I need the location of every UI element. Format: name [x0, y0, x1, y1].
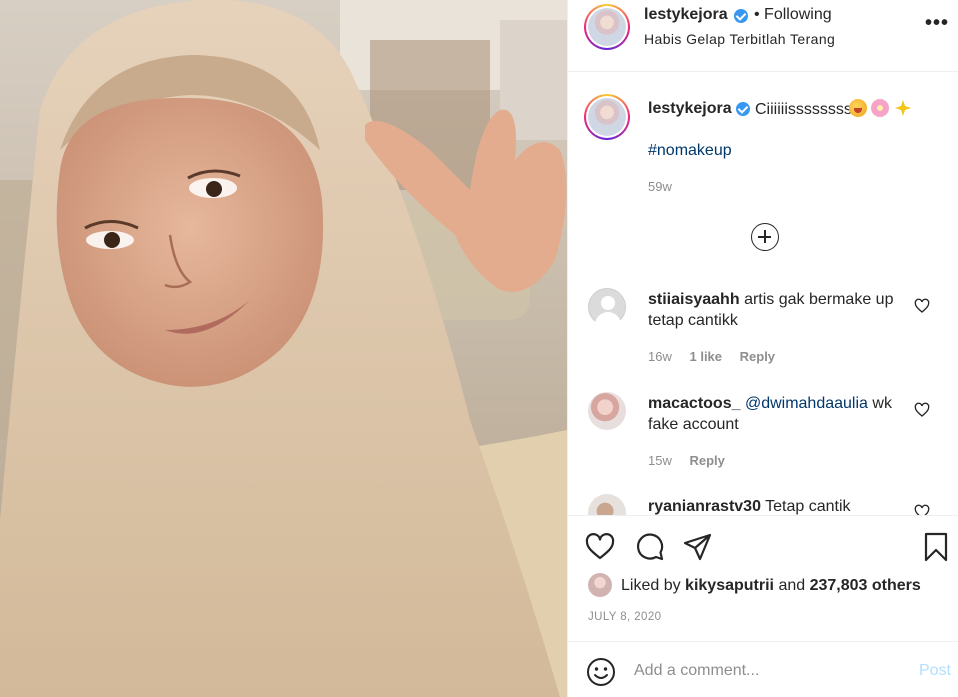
emoji-icon[interactable]: [586, 657, 616, 687]
load-more-comments-plus-circle-icon[interactable]: [751, 223, 779, 251]
comment-like-count[interactable]: 1 like: [689, 349, 722, 364]
verified-badge-icon: [736, 102, 750, 116]
comment-icon[interactable]: [634, 531, 666, 563]
likes-prefix: Liked by: [621, 577, 681, 594]
comment-time[interactable]: 16w: [648, 349, 672, 364]
squinting-tongue-emoji-icon: [849, 99, 867, 117]
comment-username[interactable]: ryanianrastv30: [648, 498, 761, 515]
comment-avatar[interactable]: [588, 494, 626, 515]
comment-meta: 15w Reply: [648, 453, 739, 468]
post-header: lestykejora • Following Habis Gelap Terb…: [568, 0, 958, 72]
bookmark-icon[interactable]: [920, 531, 952, 563]
comment-body: stiiaisyaahh artis gak bermake up tetap …: [648, 289, 910, 331]
comment-body: macactoos_ @dwimahdaaulia wk fake accoun…: [648, 393, 910, 435]
likes-joiner: and: [778, 577, 806, 594]
sparkles-emoji-icon: [895, 100, 911, 116]
comment-avatar[interactable]: [588, 288, 626, 326]
add-comment-bar: Post: [568, 641, 958, 697]
post-location[interactable]: Habis Gelap Terbitlah Terang: [644, 31, 835, 47]
verified-badge-icon: [734, 9, 748, 23]
liked-by-avatar[interactable]: [588, 573, 612, 597]
post-comment-button[interactable]: Post: [919, 662, 951, 680]
likes-summary: Liked by kikysaputrii and 237,803 others: [621, 577, 921, 595]
comment-username[interactable]: macactoos_: [648, 395, 741, 412]
comment-heart-icon[interactable]: [914, 298, 930, 314]
likes-others-count[interactable]: 237,803 others: [810, 577, 921, 594]
comment-reply-button[interactable]: Reply: [689, 453, 724, 468]
share-icon[interactable]: [682, 531, 714, 563]
caption-avatar[interactable]: [584, 94, 630, 140]
author-username[interactable]: lestykejora: [644, 6, 728, 24]
comment-body: ryanianrastv30 Tetap cantik: [648, 496, 910, 515]
more-options-icon[interactable]: •••: [925, 12, 949, 35]
comment-meta: 16w 1 like Reply: [648, 349, 789, 364]
heart-icon[interactable]: [584, 531, 616, 563]
comment-username[interactable]: stiiaisyaahh: [648, 291, 740, 308]
comment-input[interactable]: [634, 656, 904, 686]
comment-reply-button[interactable]: Reply: [740, 349, 775, 364]
caption-username[interactable]: lestykejora: [648, 100, 732, 118]
liked-by-username[interactable]: kikysaputrii: [685, 577, 774, 594]
photo-illustration: [0, 0, 567, 697]
caption-hashtag[interactable]: #nomakeup: [648, 142, 732, 160]
comment-text: Tetap cantik: [765, 498, 851, 515]
post-actions: [568, 517, 958, 577]
author-avatar[interactable]: [584, 4, 630, 50]
comment-avatar[interactable]: [588, 392, 626, 430]
post-side-panel: lestykejora • Following Habis Gelap Terb…: [567, 0, 958, 697]
post-photo[interactable]: [0, 0, 567, 697]
caption-timestamp[interactable]: 59w: [648, 179, 672, 194]
cherry-blossom-emoji-icon: [871, 99, 889, 117]
post-date[interactable]: JULY 8, 2020: [588, 611, 661, 623]
comment-time[interactable]: 15w: [648, 453, 672, 468]
comment-heart-icon[interactable]: [914, 504, 930, 516]
comment-mention[interactable]: @dwimahdaaulia: [745, 395, 868, 412]
comment-heart-icon[interactable]: [914, 402, 930, 418]
comments-list[interactable]: lestykejora Ciiiiiissssssss #nomakeup 59…: [568, 72, 958, 516]
following-button[interactable]: • Following: [754, 6, 832, 24]
caption-text: Ciiiiiissssssss: [755, 101, 852, 118]
